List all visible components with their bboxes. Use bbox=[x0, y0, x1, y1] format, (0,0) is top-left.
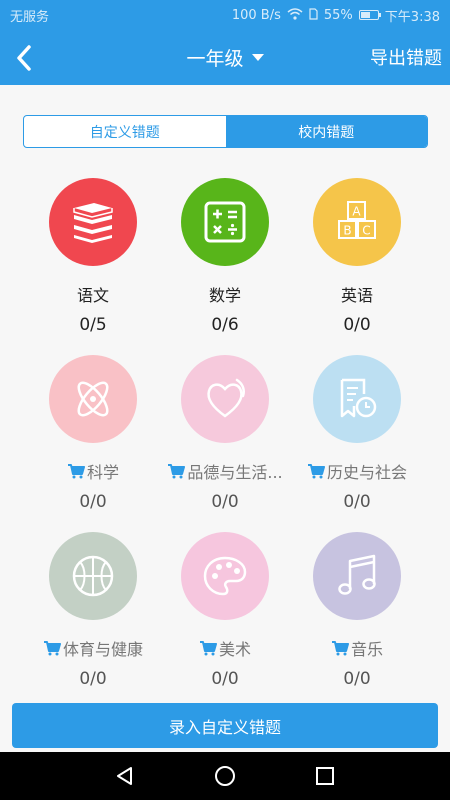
status-bar: 无服务 100 B/s 55% 下午3:38 bbox=[0, 0, 450, 30]
cart-icon bbox=[67, 464, 85, 479]
wifi-icon bbox=[287, 7, 303, 23]
cart-icon bbox=[331, 641, 349, 656]
svg-text:B: B bbox=[343, 224, 351, 238]
caret-down-icon bbox=[251, 54, 264, 61]
subject-name: 英语 bbox=[282, 282, 432, 306]
abc-blocks-icon: A B C bbox=[338, 201, 376, 239]
subject-chinese[interactable]: 语文 0/5 bbox=[18, 178, 168, 335]
battery-fill bbox=[360, 12, 370, 18]
subject-icon-circle bbox=[313, 355, 401, 443]
tab-switcher: 自定义错题 校内错题 bbox=[23, 115, 428, 148]
cart-icon bbox=[43, 641, 61, 656]
subject-icon-circle bbox=[181, 532, 269, 620]
subject-english[interactable]: A B C 英语 0/0 bbox=[282, 178, 432, 335]
subject-label: 品德与生活... bbox=[187, 463, 283, 482]
subject-science[interactable]: 科学 0/0 bbox=[18, 355, 168, 512]
subject-count: 0/6 bbox=[211, 315, 239, 335]
chevron-left-icon bbox=[17, 45, 31, 71]
carrier-text: 无服务 bbox=[10, 9, 50, 25]
subject-label: 音乐 bbox=[350, 640, 383, 659]
subject-name: 历史与社会 bbox=[282, 459, 432, 483]
subject-name: 音乐 bbox=[282, 636, 432, 660]
subject-history-society[interactable]: 历史与社会 0/0 bbox=[282, 355, 432, 512]
home-circle-icon[interactable] bbox=[214, 765, 236, 787]
recents-square-icon[interactable] bbox=[314, 765, 336, 787]
subject-label: 数学 bbox=[208, 286, 241, 305]
subject-label: 美术 bbox=[218, 640, 251, 659]
subject-icon-circle bbox=[313, 532, 401, 620]
history-icon bbox=[340, 378, 377, 418]
subject-icon-circle bbox=[181, 355, 269, 443]
books-icon bbox=[73, 203, 113, 243]
tab-custom-mistakes[interactable]: 自定义错题 bbox=[24, 116, 226, 147]
subject-label: 英语 bbox=[340, 286, 373, 305]
subject-name: 语文 bbox=[18, 282, 168, 306]
subject-count: 0/5 bbox=[79, 315, 107, 335]
app-bar: 一年级 导出错题 bbox=[0, 30, 450, 85]
subject-icon-circle bbox=[49, 532, 137, 620]
subject-icon-circle: A B C bbox=[313, 178, 401, 266]
subject-icon-circle bbox=[49, 355, 137, 443]
battery-icon bbox=[358, 10, 381, 20]
atom-icon bbox=[77, 381, 109, 417]
subject-math[interactable]: 数学 0/6 bbox=[150, 178, 300, 335]
subject-count: 0/0 bbox=[343, 669, 371, 689]
system-nav-bar bbox=[0, 752, 450, 800]
subject-count: 0/0 bbox=[211, 492, 239, 512]
sim-card-icon bbox=[309, 7, 318, 23]
subject-icon-circle bbox=[181, 178, 269, 266]
subject-label: 科学 bbox=[86, 463, 119, 482]
heart-icon bbox=[207, 378, 245, 418]
export-mistakes-button[interactable]: 导出错题 bbox=[370, 44, 442, 70]
basketball-icon bbox=[72, 555, 114, 597]
subject-icon-circle bbox=[49, 178, 137, 266]
back-button[interactable] bbox=[4, 38, 44, 78]
subject-name: 美术 bbox=[150, 636, 300, 660]
svg-text:A: A bbox=[352, 205, 361, 219]
subject-count: 0/0 bbox=[343, 492, 371, 512]
subject-music[interactable]: 音乐 0/0 bbox=[282, 532, 432, 689]
status-indicators: 100 B/s 55% 下午3:38 bbox=[232, 6, 440, 25]
record-custom-mistake-button[interactable]: 录入自定义错题 bbox=[12, 703, 438, 748]
palette-icon bbox=[203, 556, 247, 596]
subject-count: 0/0 bbox=[211, 669, 239, 689]
subject-name: 数学 bbox=[150, 282, 300, 306]
subject-pe-health[interactable]: 体育与健康 0/0 bbox=[18, 532, 168, 689]
subject-label: 历史与社会 bbox=[326, 463, 407, 482]
svg-text:C: C bbox=[362, 224, 370, 238]
grade-title: 一年级 bbox=[186, 48, 244, 70]
subject-count: 0/0 bbox=[343, 315, 371, 335]
subject-art[interactable]: 美术 0/0 bbox=[150, 532, 300, 689]
subject-label: 体育与健康 bbox=[62, 640, 143, 659]
subject-name: 科学 bbox=[18, 459, 168, 483]
tab-school-mistakes[interactable]: 校内错题 bbox=[225, 116, 427, 147]
main-content: 自定义错题 校内错题 语文 0/5 数学 0/6 A B C 英语 0/0 科学… bbox=[0, 85, 450, 698]
music-note-icon bbox=[338, 554, 376, 595]
cart-icon bbox=[168, 464, 186, 479]
subject-count: 0/0 bbox=[79, 492, 107, 512]
cart-icon bbox=[199, 641, 217, 656]
calculator-icon bbox=[204, 201, 246, 243]
battery-percent: 55% bbox=[323, 7, 353, 23]
network-speed: 100 B/s bbox=[231, 7, 281, 23]
clock: 下午3:38 bbox=[384, 9, 440, 25]
subject-name: 体育与健康 bbox=[18, 636, 168, 660]
cart-icon bbox=[307, 464, 325, 479]
grade-selector[interactable]: 一年级 bbox=[186, 44, 264, 71]
subject-label: 语文 bbox=[76, 286, 109, 305]
subject-morality-life[interactable]: 品德与生活... 0/0 bbox=[150, 355, 300, 512]
subject-name: 品德与生活... bbox=[150, 459, 300, 483]
back-triangle-icon[interactable] bbox=[114, 765, 136, 787]
subject-count: 0/0 bbox=[79, 669, 107, 689]
